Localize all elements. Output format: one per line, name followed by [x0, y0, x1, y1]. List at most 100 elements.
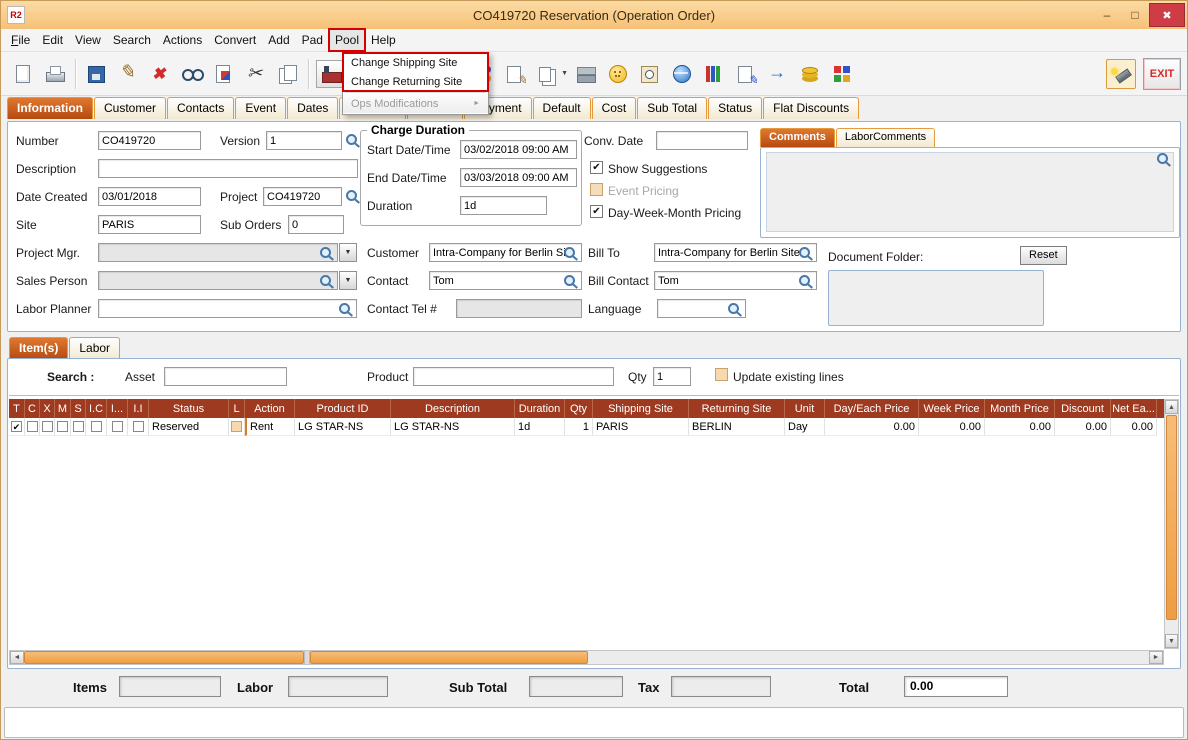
row-checkbox-t[interactable] [11, 421, 22, 432]
horizontal-scroll-thumb-right[interactable] [310, 651, 588, 664]
column-header-week-price[interactable]: Week Price [919, 399, 985, 418]
column-header-duration[interactable]: Duration [515, 399, 565, 418]
tab-contacts[interactable]: Contacts [167, 97, 235, 119]
sub-orders-field[interactable]: 0 [288, 215, 344, 234]
column-header-day-each-price[interactable]: Day/Each Price [825, 399, 919, 418]
menu-item-change-shipping-site[interactable]: Change Shipping Site [343, 53, 488, 72]
cell-duration[interactable]: 1d [515, 418, 565, 436]
link-button[interactable] [763, 59, 793, 89]
column-header-i[interactable]: I... [107, 399, 128, 418]
summary-tax-field[interactable] [671, 676, 771, 697]
horizontal-scroll-thumb-left[interactable] [24, 651, 304, 664]
row-checkbox-l[interactable] [231, 421, 242, 432]
labor-planner-field[interactable] [98, 299, 357, 318]
vertical-scroll-thumb[interactable] [1166, 415, 1177, 620]
cut-button[interactable] [241, 59, 271, 89]
project-mgr-search-icon[interactable] [319, 246, 334, 261]
tab-flat-discounts[interactable]: Flat Discounts [763, 97, 860, 119]
find-button[interactable] [177, 59, 207, 89]
tab-comments[interactable]: Comments [760, 128, 835, 147]
row-checkbox-c[interactable] [26, 421, 38, 432]
duration-field[interactable]: 1d [460, 196, 547, 215]
labor-planner-search-icon[interactable] [338, 302, 353, 317]
site-field[interactable]: PARIS [98, 215, 201, 234]
summary-items-field[interactable] [119, 676, 221, 697]
contact-tel-field[interactable] [456, 299, 582, 318]
project-mgr-dropdown-button[interactable]: ▼ [339, 243, 357, 262]
summary-labor-field[interactable] [288, 676, 388, 697]
cell-i[interactable] [107, 418, 128, 436]
cell-status[interactable]: Reserved [149, 418, 229, 436]
cell-shipping-site[interactable]: PARIS [593, 418, 689, 436]
cell-qty[interactable]: 1 [565, 418, 593, 436]
cell-i-c[interactable] [86, 418, 107, 436]
menu-view[interactable]: View [69, 29, 107, 51]
tab-customer[interactable]: Customer [94, 97, 167, 119]
sales-person-search-icon[interactable] [319, 274, 334, 289]
language-field[interactable] [657, 299, 746, 318]
column-header-month-price[interactable]: Month Price [985, 399, 1055, 418]
books-button[interactable] [699, 59, 729, 89]
cell-product-id[interactable]: LG STAR-NS [295, 418, 391, 436]
column-header-action[interactable]: Action [245, 399, 295, 418]
row-checkbox-m[interactable] [57, 421, 68, 432]
comments-textarea[interactable] [766, 152, 1174, 232]
language-search-icon[interactable] [727, 302, 742, 317]
tab-laborcomments[interactable]: LaborComments [835, 128, 936, 147]
qty-input[interactable]: 1 [653, 367, 691, 386]
close-button[interactable]: ✖ [1149, 3, 1185, 27]
bill-to-search-icon[interactable] [798, 246, 813, 261]
column-header-product-id[interactable]: Product ID [295, 399, 391, 418]
edit-button[interactable] [113, 59, 143, 89]
cell-discount[interactable]: 0.00 [1055, 418, 1111, 436]
tab-status[interactable]: Status [708, 97, 763, 119]
maximize-button[interactable]: □ [1121, 4, 1149, 26]
column-header-i-c[interactable]: I.C [86, 399, 107, 418]
update-existing-lines-checkbox[interactable] [715, 368, 728, 381]
new-document-button[interactable] [8, 59, 38, 89]
number-field[interactable]: CO419720 [98, 131, 201, 150]
cell-s[interactable] [71, 418, 86, 436]
cubes-button[interactable] [827, 59, 857, 89]
row-checkbox-s[interactable] [72, 421, 84, 432]
tab-dates[interactable]: Dates [287, 97, 339, 119]
column-header-description[interactable]: Description [391, 399, 515, 418]
menu-pool[interactable]: Pool [327, 28, 367, 52]
project-field[interactable]: CO419720 [263, 187, 342, 206]
print-button[interactable] [40, 59, 70, 89]
tab-default[interactable]: Default [532, 97, 591, 119]
version-field[interactable]: 1 [266, 131, 342, 150]
customer-field[interactable]: Intra-Company for Berlin Site [429, 243, 582, 262]
asset-input[interactable] [164, 367, 287, 386]
column-header-x[interactable]: X [40, 399, 55, 418]
horizontal-scrollbar[interactable]: ◄ ► [9, 650, 1164, 665]
contact-field[interactable]: Tom [429, 271, 582, 290]
save-button[interactable] [81, 59, 111, 89]
scroll-down-button[interactable]: ▼ [1165, 634, 1178, 648]
minimize-button[interactable]: – [1093, 4, 1121, 26]
menu-actions[interactable]: Actions [157, 29, 208, 51]
column-header-c[interactable]: C [25, 399, 40, 418]
copy-button[interactable] [273, 59, 303, 89]
menu-search[interactable]: Search [107, 29, 157, 51]
column-header-returning-site[interactable]: Returning Site [689, 399, 785, 418]
column-header-status[interactable]: Status [149, 399, 229, 418]
cell-t[interactable] [9, 418, 25, 436]
flashlight-button[interactable] [1106, 58, 1136, 89]
tab-cost[interactable]: Cost [591, 97, 637, 119]
date-created-field[interactable]: 03/01/2018 [98, 187, 201, 206]
exit-button[interactable]: EXIT [1143, 57, 1181, 90]
globe-button[interactable] [667, 59, 697, 89]
start-datetime-field[interactable]: 03/02/2018 09:00 AM [460, 140, 577, 159]
column-header-t[interactable]: T [9, 399, 25, 418]
row-checkbox-i-c[interactable] [90, 421, 102, 432]
column-header-qty[interactable]: Qty [565, 399, 593, 418]
menu-item-change-returning-site[interactable]: Change Returning Site [343, 72, 488, 91]
column-header-shipping-site[interactable]: Shipping Site [593, 399, 689, 418]
sales-person-field[interactable] [98, 271, 338, 290]
documents-dropdown-icon[interactable]: ▼ [561, 70, 568, 77]
cell-returning-site[interactable]: BERLIN [689, 418, 785, 436]
cell-l[interactable] [229, 418, 245, 436]
row-checkbox-x[interactable] [41, 421, 53, 432]
tab-event[interactable]: Event [235, 97, 287, 119]
